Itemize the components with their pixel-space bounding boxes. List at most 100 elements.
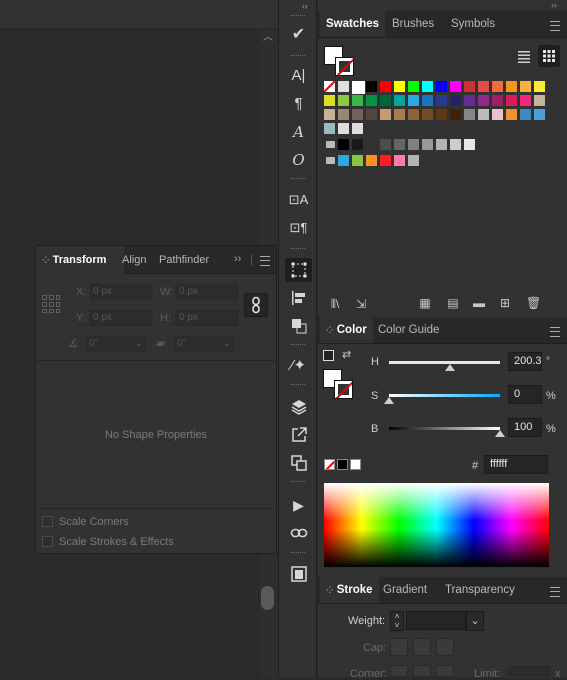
panel-menu-icon[interactable]: [550, 327, 560, 337]
swatch[interactable]: [352, 109, 363, 120]
swatch-libraries-icon[interactable]: ⫴\: [328, 297, 342, 312]
b-slider-track[interactable]: [389, 427, 500, 430]
checkmark-icon[interactable]: ✔: [285, 23, 312, 47]
swatch[interactable]: [534, 95, 545, 106]
tab-color[interactable]: ⁘ Color: [320, 317, 373, 343]
swatch[interactable]: [534, 81, 545, 92]
default-fill-stroke-icon[interactable]: [323, 350, 334, 361]
libraries-icon[interactable]: [285, 562, 312, 586]
export-icon[interactable]: [285, 423, 312, 447]
swatch[interactable]: [352, 155, 363, 166]
magic-wand-icon[interactable]: ⁄✦: [285, 354, 312, 378]
swatch[interactable]: [408, 139, 419, 150]
color-spectrum[interactable]: [324, 483, 549, 567]
panel-grip-icon[interactable]: ⁘: [326, 585, 334, 595]
swatch[interactable]: [338, 155, 349, 166]
h-field[interactable]: 0 px: [174, 308, 240, 328]
swatch[interactable]: [422, 109, 433, 120]
collapse-panel-icon[interactable]: ››: [234, 253, 241, 265]
swatch[interactable]: [464, 81, 475, 92]
collapse-dock-icon[interactable]: ››: [551, 0, 557, 10]
scale-corners-checkbox[interactable]: [42, 516, 53, 527]
stroke-swatch[interactable]: [335, 57, 354, 76]
grid-view-icon[interactable]: [538, 45, 560, 67]
glyphs-icon[interactable]: A: [285, 120, 312, 144]
swatch[interactable]: [520, 95, 531, 106]
swatch[interactable]: [408, 95, 419, 106]
swatch[interactable]: [408, 109, 419, 120]
s-slider-track[interactable]: [389, 394, 500, 397]
butt-cap-button[interactable]: [390, 638, 408, 656]
swatch[interactable]: [352, 81, 365, 94]
panel-menu-icon[interactable]: [260, 256, 270, 266]
s-slider-handle[interactable]: [384, 397, 394, 404]
swatch[interactable]: [394, 155, 405, 166]
projecting-cap-button[interactable]: [436, 638, 454, 656]
align-icon[interactable]: [285, 286, 312, 310]
swatch[interactable]: [450, 81, 461, 92]
tab-transform[interactable]: ⁘ Transform: [36, 246, 124, 274]
swatch[interactable]: [506, 109, 517, 120]
swap-fill-stroke-icon[interactable]: ⇄: [342, 348, 351, 361]
swatch[interactable]: [366, 155, 377, 166]
rotate-field[interactable]: 0° ⌄: [84, 334, 148, 354]
new-swatch-icon[interactable]: ⊞: [498, 296, 512, 310]
round-cap-button[interactable]: [413, 638, 431, 656]
trash-icon[interactable]: 🗑: [526, 296, 541, 310]
swatch[interactable]: [422, 95, 433, 106]
swatch[interactable]: [394, 95, 405, 106]
expand-toolbar-icon[interactable]: ‹‹: [302, 1, 308, 11]
swatch[interactable]: [366, 81, 377, 92]
swatch[interactable]: [352, 123, 363, 134]
round-join-button[interactable]: [413, 665, 431, 677]
list-view-icon[interactable]: [514, 46, 534, 66]
limit-field[interactable]: [506, 664, 552, 678]
swatch[interactable]: [450, 95, 461, 106]
b-value-field[interactable]: 100: [508, 418, 542, 437]
swatch[interactable]: [506, 95, 517, 106]
pathfinder-icon[interactable]: [285, 314, 312, 338]
swatch[interactable]: [492, 109, 503, 120]
swatch[interactable]: [380, 109, 391, 120]
fill-stroke-indicator[interactable]: [324, 46, 354, 76]
y-field[interactable]: 0 px: [88, 308, 154, 328]
b-slider-handle[interactable]: [495, 430, 505, 437]
character-styles-icon[interactable]: ⊡A: [285, 188, 312, 212]
swatch[interactable]: [520, 109, 531, 120]
scale-strokes-checkbox[interactable]: [42, 536, 53, 547]
swatch[interactable]: [408, 155, 419, 166]
swatch[interactable]: [366, 95, 377, 106]
swatch[interactable]: [352, 95, 363, 106]
miter-join-button[interactable]: [390, 665, 408, 677]
play-icon[interactable]: ▶: [285, 493, 312, 517]
scrollbar-thumb[interactable]: [261, 586, 274, 610]
new-group-icon[interactable]: ▬: [472, 296, 486, 310]
paragraph-styles-icon[interactable]: ⊡¶: [285, 216, 312, 240]
swatch[interactable]: [478, 95, 489, 106]
h-slider-handle[interactable]: [445, 364, 455, 371]
swatch[interactable]: [422, 139, 433, 150]
swatch[interactable]: [478, 109, 489, 120]
swatch[interactable]: [464, 95, 475, 106]
swatch[interactable]: [478, 81, 489, 92]
tab-stroke[interactable]: ⁘ Stroke: [320, 577, 379, 603]
swatch[interactable]: [450, 109, 461, 120]
swatch[interactable]: [366, 139, 377, 150]
swatch[interactable]: [338, 123, 349, 134]
weight-field[interactable]: [406, 611, 466, 630]
tab-pathfinder[interactable]: Pathfinder: [153, 246, 215, 274]
white-color-swatch[interactable]: [350, 459, 361, 470]
color-fill-stroke-indicator[interactable]: [323, 369, 353, 399]
swatch[interactable]: [380, 95, 391, 106]
bevel-join-button[interactable]: [436, 665, 454, 677]
tab-symbols[interactable]: Symbols: [445, 11, 501, 37]
swatch[interactable]: [534, 109, 545, 120]
layers-icon[interactable]: [285, 395, 312, 419]
swatch-kind-icon[interactable]: ▦: [418, 296, 432, 310]
swatch[interactable]: [380, 81, 391, 92]
panel-menu-icon[interactable]: [550, 21, 560, 31]
tab-transparency[interactable]: Transparency: [439, 577, 521, 603]
weight-dropdown[interactable]: ⌄: [466, 611, 484, 631]
paragraph-icon[interactable]: ¶: [285, 92, 312, 116]
panel-menu-icon[interactable]: [550, 587, 560, 597]
